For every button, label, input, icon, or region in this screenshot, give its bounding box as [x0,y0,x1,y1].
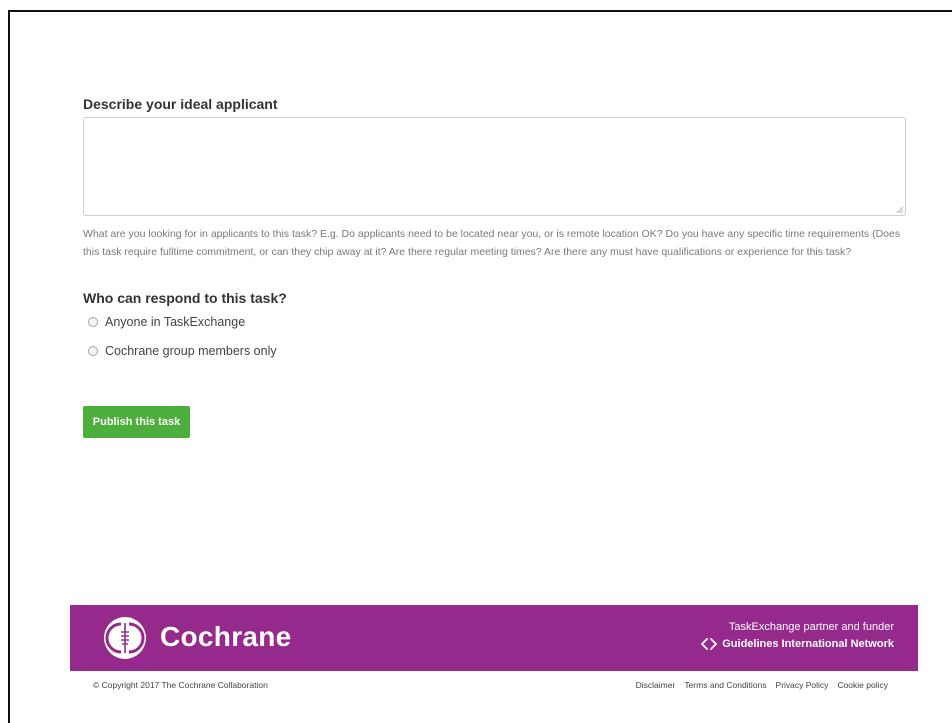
cochrane-logo-icon[interactable] [102,615,148,661]
radio-option-members-only[interactable]: Cochrane group members only [88,344,277,358]
partner-org-name: Guidelines International Network [722,638,894,650]
resize-grip-icon[interactable] [896,206,904,214]
radio-anyone-input[interactable] [88,317,98,327]
gin-logo-icon [701,638,718,650]
cochrane-brand-name[interactable]: Cochrane [160,621,292,653]
radio-members-label: Cochrane group members only [105,344,277,358]
footer-legal-links: Disclaimer Terms and Conditions Privacy … [636,680,888,690]
radio-option-anyone[interactable]: Anyone in TaskExchange [88,315,245,329]
partner-label: TaskExchange partner and funder [728,621,894,633]
who-can-respond-label: Who can respond to this task? [83,290,287,306]
radio-members-input[interactable] [88,346,98,356]
footer-link-terms[interactable]: Terms and Conditions [684,680,766,690]
copyright-text: © Copyright 2017 The Cochrane Collaborat… [93,680,268,690]
describe-applicant-textarea[interactable] [83,117,906,216]
publish-task-button[interactable]: Publish this task [83,406,190,438]
describe-applicant-help-text: What are you looking for in applicants t… [83,228,901,258]
footer-link-disclaimer[interactable]: Disclaimer [636,680,676,690]
partner-org[interactable]: Guidelines International Network [700,638,894,650]
footer-banner: Cochrane TaskExchange partner and funder… [70,605,918,671]
footer-link-cookie[interactable]: Cookie policy [837,680,888,690]
footer-link-privacy[interactable]: Privacy Policy [776,680,829,690]
describe-applicant-label: Describe your ideal applicant [83,96,278,112]
radio-anyone-label: Anyone in TaskExchange [105,315,246,329]
partner-block: TaskExchange partner and funder Guidelin… [700,621,894,650]
